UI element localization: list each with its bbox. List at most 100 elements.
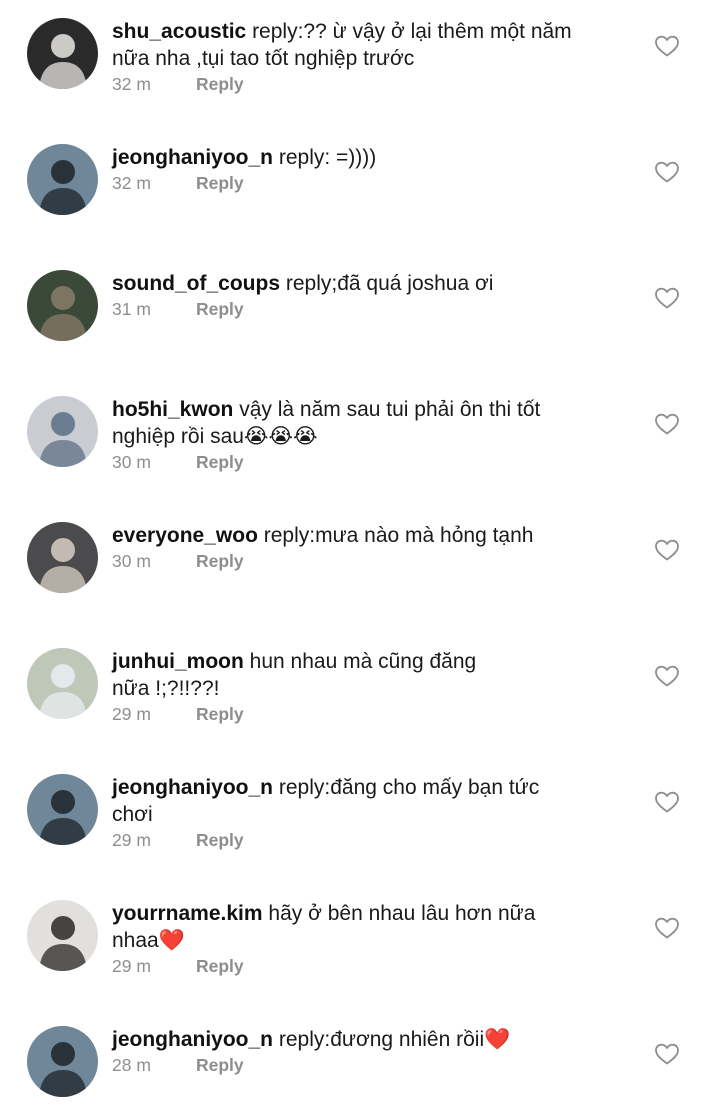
- username-link[interactable]: yourrname.kim: [112, 902, 263, 925]
- heart-outline-icon: [655, 791, 679, 813]
- username-link[interactable]: jeonghaniyoo_n: [112, 146, 273, 169]
- comment-body: sound_of_coups reply;đã quá joshua ơi 31…: [112, 270, 632, 320]
- username-link[interactable]: shu_acoustic: [112, 20, 246, 43]
- comment-text: sound_of_coups reply;đã quá joshua ơi: [112, 270, 632, 297]
- comment-meta: 29 m Reply: [112, 829, 632, 851]
- comment-message: hun nhau mà cũng đăng: [249, 650, 477, 673]
- comment-timestamp: 31 m: [112, 299, 151, 319]
- profile-photo: [27, 648, 98, 719]
- comment-timestamp: 29 m: [112, 830, 151, 850]
- comment-text: ho5hi_kwon vậy là năm sau tui phải ôn th…: [112, 396, 632, 450]
- comment-meta: 29 m Reply: [112, 703, 632, 725]
- comment-body: jeonghaniyoo_n reply:đương nhiên rồii❤️ …: [112, 1026, 632, 1076]
- avatar[interactable]: [27, 144, 98, 215]
- reply-button[interactable]: Reply: [196, 173, 244, 193]
- comment-timestamp: 30 m: [112, 551, 151, 571]
- comment-message-continued: nghiệp rồi sau😭😭😭: [112, 425, 318, 448]
- comment-timestamp: 29 m: [112, 956, 151, 976]
- like-button[interactable]: [654, 538, 680, 562]
- heart-outline-icon: [655, 413, 679, 435]
- avatar[interactable]: [27, 396, 98, 467]
- comment-message-continued: nữa nha ,tụi tao tốt nghiệp trước: [112, 47, 415, 70]
- comment-body: yourrname.kim hãy ở bên nhau lâu hơn nữa…: [112, 900, 632, 977]
- comment-text: junhui_moon hun nhau mà cũng đăng nữa !;?…: [112, 648, 632, 702]
- heart-outline-icon: [655, 1043, 679, 1065]
- profile-photo: [27, 522, 98, 593]
- like-button[interactable]: [654, 790, 680, 814]
- comment-message-continued: nữa !;?!!??!: [112, 677, 220, 700]
- reply-button[interactable]: Reply: [196, 830, 244, 850]
- comment-message: reply;đã quá joshua ơi: [285, 272, 494, 295]
- reply-button[interactable]: Reply: [196, 452, 244, 472]
- username-link[interactable]: jeonghaniyoo_n: [112, 776, 273, 799]
- reply-button[interactable]: Reply: [196, 704, 244, 724]
- comment-timestamp: 32 m: [112, 173, 151, 193]
- like-button[interactable]: [654, 664, 680, 688]
- avatar[interactable]: [27, 1026, 98, 1097]
- avatar[interactable]: [27, 522, 98, 593]
- comment-timestamp: 28 m: [112, 1055, 151, 1075]
- username-link[interactable]: everyone_woo: [112, 524, 258, 547]
- heart-outline-icon: [655, 161, 679, 183]
- comment-text: jeonghaniyoo_n reply:đương nhiên rồii❤️: [112, 1026, 632, 1053]
- like-button[interactable]: [654, 412, 680, 436]
- comment-body: junhui_moon hun nhau mà cũng đăng nữa !;?…: [112, 648, 632, 725]
- comment-text: shu_acoustic reply:?? ừ vậy ở lại thêm m…: [112, 18, 632, 72]
- comment-message-continued: chơi: [112, 803, 153, 826]
- comment-message-continued: nhaa❤️: [112, 929, 185, 952]
- heart-outline-icon: [655, 539, 679, 561]
- comment-meta: 30 m Reply: [112, 550, 632, 572]
- avatar[interactable]: [27, 18, 98, 89]
- comment-message: reply:?? ừ vậy ở lại thêm một năm: [252, 20, 572, 43]
- avatar[interactable]: [27, 900, 98, 971]
- avatar[interactable]: [27, 648, 98, 719]
- username-link[interactable]: junhui_moon: [112, 650, 244, 673]
- profile-photo: [27, 1026, 98, 1097]
- like-button[interactable]: [654, 286, 680, 310]
- profile-photo: [27, 18, 98, 89]
- comment-text: jeonghaniyoo_n reply:đăng cho mấy bạn tứ…: [112, 774, 632, 828]
- username-link[interactable]: jeonghaniyoo_n: [112, 1028, 273, 1051]
- profile-photo: [27, 270, 98, 341]
- reply-button[interactable]: Reply: [196, 299, 244, 319]
- like-button[interactable]: [654, 1042, 680, 1066]
- comment-body: ho5hi_kwon vậy là năm sau tui phải ôn th…: [112, 396, 632, 473]
- reply-button[interactable]: Reply: [196, 1055, 244, 1075]
- comment-meta: 31 m Reply: [112, 298, 632, 320]
- comment-text: everyone_woo reply:mưa nào mà hỏng tạnh: [112, 522, 632, 549]
- comment-body: jeonghaniyoo_n reply: =)))) 32 m Reply: [112, 144, 632, 194]
- comment-meta: 32 m Reply: [112, 172, 632, 194]
- comment-body: shu_acoustic reply:?? ừ vậy ở lại thêm m…: [112, 18, 632, 95]
- comment-message: hãy ở bên nhau lâu hơn nữa: [268, 902, 536, 925]
- username-link[interactable]: sound_of_coups: [112, 272, 280, 295]
- comment-body: jeonghaniyoo_n reply:đăng cho mấy bạn tứ…: [112, 774, 632, 851]
- comment-meta: 28 m Reply: [112, 1054, 632, 1076]
- reply-button[interactable]: Reply: [196, 74, 244, 94]
- reply-button[interactable]: Reply: [196, 956, 244, 976]
- profile-photo: [27, 900, 98, 971]
- comment-meta: 29 m Reply: [112, 955, 632, 977]
- avatar[interactable]: [27, 270, 98, 341]
- comment-body: everyone_woo reply:mưa nào mà hỏng tạnh …: [112, 522, 632, 572]
- comment-text: jeonghaniyoo_n reply: =)))): [112, 144, 632, 171]
- profile-photo: [27, 396, 98, 467]
- comment-timestamp: 30 m: [112, 452, 151, 472]
- username-link[interactable]: ho5hi_kwon: [112, 398, 233, 421]
- comment-timestamp: 29 m: [112, 704, 151, 724]
- like-button[interactable]: [654, 916, 680, 940]
- heart-outline-icon: [655, 35, 679, 57]
- comment-text: yourrname.kim hãy ở bên nhau lâu hơn nữa…: [112, 900, 632, 954]
- comment-message: reply:mưa nào mà hỏng tạnh: [263, 524, 534, 547]
- profile-photo: [27, 144, 98, 215]
- heart-outline-icon: [655, 665, 679, 687]
- heart-outline-icon: [655, 287, 679, 309]
- avatar[interactable]: [27, 774, 98, 845]
- like-button[interactable]: [654, 34, 680, 58]
- comment-meta: 30 m Reply: [112, 451, 632, 473]
- like-button[interactable]: [654, 160, 680, 184]
- comment-meta: 32 m Reply: [112, 73, 632, 95]
- reply-button[interactable]: Reply: [196, 551, 244, 571]
- comment-message: reply:đương nhiên rồii❤️: [278, 1028, 511, 1051]
- comment-message: reply: =)))): [278, 146, 377, 169]
- profile-photo: [27, 774, 98, 845]
